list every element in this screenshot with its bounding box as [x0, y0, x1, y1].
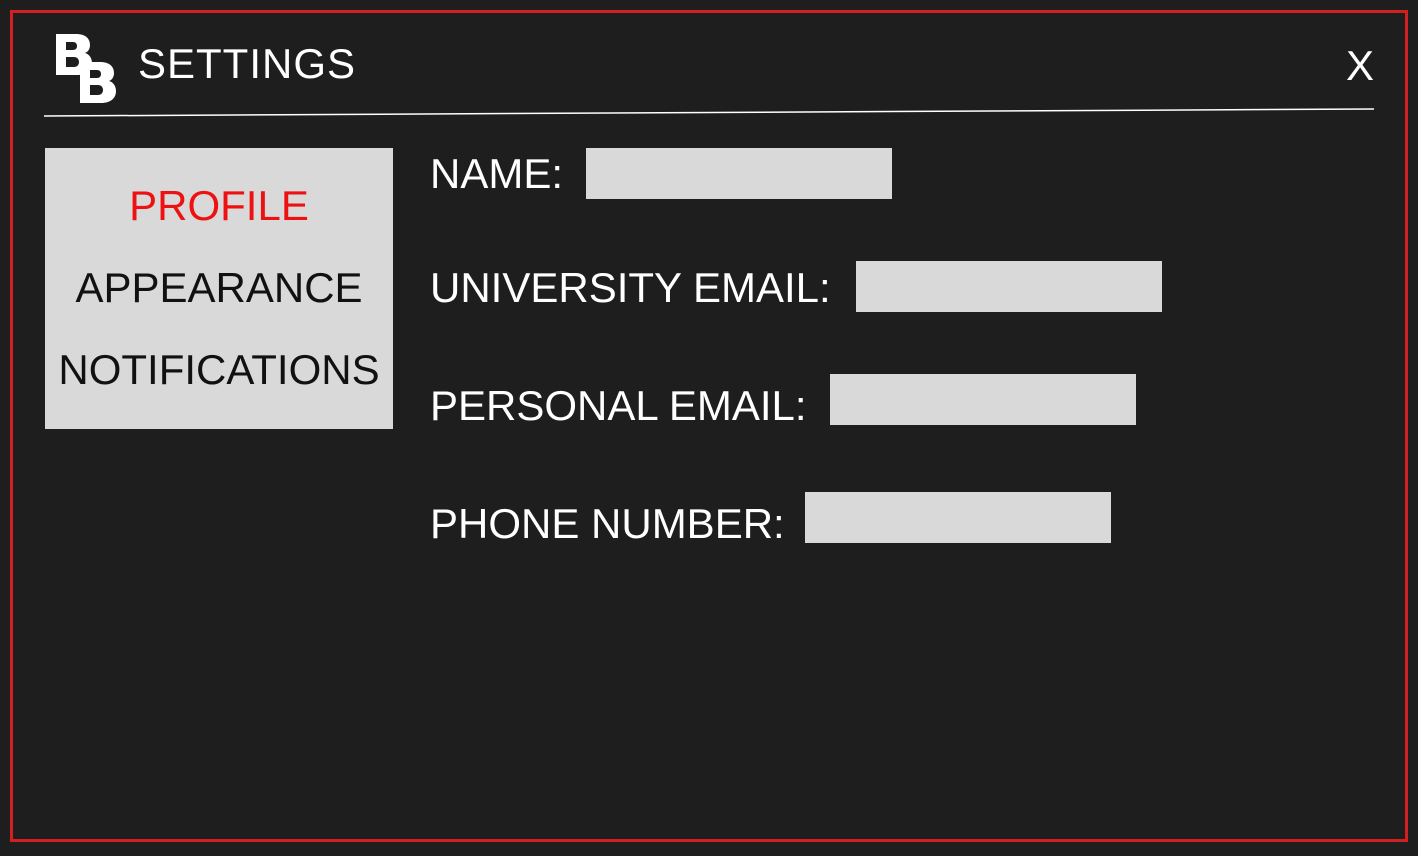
university-email-label: UNIVERSITY EMAIL: [430, 264, 831, 311]
close-button[interactable]: X [1346, 40, 1374, 92]
bb-logo-icon [56, 34, 116, 103]
university-email-input[interactable] [856, 261, 1162, 312]
window-title: SETTINGS [138, 40, 357, 87]
phone-number-input[interactable] [805, 492, 1111, 543]
phone-number-label: PHONE NUMBER: [430, 500, 785, 547]
sidebar-item-notifications[interactable]: NOTIFICATIONS [45, 344, 393, 396]
sidebar-item-appearance[interactable]: APPEARANCE [45, 262, 393, 314]
name-label: NAME: [430, 150, 564, 197]
settings-sidebar: PROFILE APPEARANCE NOTIFICATIONS [45, 148, 393, 429]
personal-email-label: PERSONAL EMAIL: [430, 382, 807, 429]
name-input[interactable] [586, 148, 892, 199]
personal-email-input[interactable] [830, 374, 1136, 425]
sidebar-item-profile[interactable]: PROFILE [45, 180, 393, 232]
